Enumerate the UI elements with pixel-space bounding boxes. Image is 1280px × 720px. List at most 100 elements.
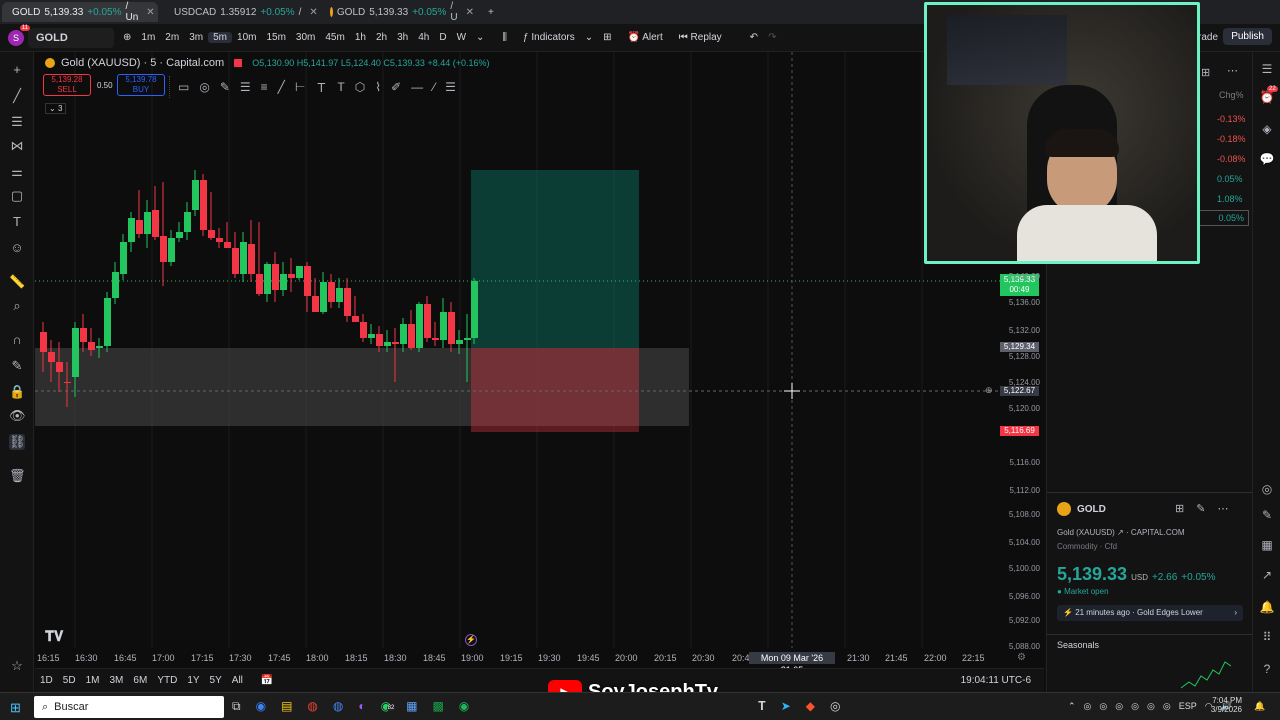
settings-icon[interactable]: ⚙ [1017,652,1026,663]
text-t-icon[interactable]: T [337,80,344,94]
sell-button[interactable]: 5,139.28 SELL [43,74,91,96]
eye-icon[interactable]: 👁 [9,408,26,424]
trade-button[interactable]: rade [1198,32,1218,43]
alert-button[interactable]: ⏰ Alert [623,32,668,43]
emoji-tool-icon[interactable]: ☺ [9,240,25,256]
layout-grid-icon[interactable]: ⊞ [598,32,616,43]
chevron-up-icon[interactable]: ⌃ [1068,701,1076,712]
replay-button[interactable]: ⏮ Replay [674,32,727,43]
interval-5m[interactable]: 5m [208,32,233,43]
chevron-down-icon[interactable]: ⌄ [471,32,489,43]
spotify-icon[interactable]: ◉ [459,699,469,714]
interval-2h[interactable]: 2h [371,32,392,43]
circle-icon[interactable]: ◎ [199,80,209,94]
chart-pane[interactable]: Gold (XAUUSD) · 5 · Capital.com O5,130.9… [35,52,1044,675]
range-1d[interactable]: 1D [35,675,58,686]
brush-icon[interactable]: ✎ [220,80,230,94]
tray-app-icon[interactable]: ◎ [1147,701,1155,712]
pattern-tool-icon[interactable]: ⋈ [9,138,25,154]
ray-icon[interactable]: — [411,80,423,94]
discord-icon[interactable]: ◐ [358,699,365,714]
chrome-icon[interactable]: ◍ [307,699,317,714]
tray-app-icon[interactable]: ◎ [1163,701,1171,712]
projection-tool-icon[interactable]: ⚌ [9,164,25,180]
alerts-icon[interactable]: ⏰ [1259,90,1275,106]
interval-w[interactable]: W [452,32,471,43]
interval-d[interactable]: D [434,32,451,43]
calendar-icon[interactable]: 📅 [256,675,278,686]
whatsapp-icon[interactable]: ◉ 82 [381,699,396,714]
chat-icon[interactable]: 💬 [1259,152,1275,168]
interval-10m[interactable]: 10m [232,32,261,43]
trend-icon[interactable]: ↗ [1259,568,1275,584]
menu-icon[interactable]: ☰ [445,80,456,94]
range-5d[interactable]: 5D [58,675,81,686]
tradingview-app-icon[interactable]: 𝐓 [758,699,766,714]
polygon-icon[interactable]: ⬡ [355,80,365,94]
file-explorer-icon[interactable]: ▤ [281,699,292,714]
fib-icon[interactable]: ≡ [261,80,268,94]
taskbar-clock[interactable]: 7:04 PM 3/9/2026 [1202,696,1242,714]
drawing-mode-icon[interactable]: ✎ [9,358,25,374]
windows-start-icon[interactable]: ⊞ [10,700,21,716]
interval-45m[interactable]: 45m [320,32,349,43]
event-marker-icon[interactable]: ⚡ [465,634,477,646]
horizontal-line-icon[interactable]: ⊢ [295,80,305,94]
star-icon[interactable]: ☆ [9,658,25,674]
symbol-search[interactable]: GOLD [28,27,114,48]
telegram-icon[interactable]: ➤ [781,699,791,714]
app-icon[interactable]: ◎ [830,699,840,714]
tradingview-logo-icon[interactable]: 𝐓𝐕 [45,628,63,645]
tray-app-icon[interactable]: ◎ [1099,701,1107,712]
more-icon[interactable]: ⋯ [1217,502,1228,515]
detail-exchange[interactable]: CAPITAL.COM [1131,528,1185,537]
range-5y[interactable]: 5Y [205,675,227,686]
close-icon[interactable]: ✕ [309,7,317,18]
detail-symbol[interactable]: GOLD [1077,504,1106,515]
interval-3h[interactable]: 3h [392,32,413,43]
avatar[interactable]: S 11 [8,24,30,46]
notifications-icon[interactable]: 🔔 [1254,701,1265,712]
layers-icon[interactable]: ◈ [1259,122,1275,138]
interval-1m[interactable]: 1m [136,32,160,43]
candle-type-icon[interactable]: ⫼ [497,32,512,43]
sheets-icon[interactable]: ▩ [432,699,443,714]
add-alert-icon[interactable]: ⊕ [985,385,993,396]
browser-tab-gold-2[interactable]: GOLD 5,139.33 +0.05% / U ✕ [324,1,480,23]
range-1y[interactable]: 1Y [182,675,204,686]
edit-icon[interactable]: ✎ [1196,502,1205,515]
publish-button[interactable]: Publish [1223,28,1272,45]
path-icon[interactable]: ⌇ [375,80,381,94]
ruler-tool-icon[interactable]: 📏 [9,274,25,290]
trendline-tool-icon[interactable]: ╱ [9,88,25,104]
tray-app-icon[interactable]: ◎ [1131,701,1139,712]
compare-icon[interactable]: ⊕ [118,32,136,43]
search-box[interactable]: ⌕ Buscar [34,696,224,718]
interval-1h[interactable]: 1h [350,32,371,43]
chrome-profile-icon[interactable]: ◍ [333,699,343,714]
chevron-down-icon[interactable]: ⌄ [580,32,598,43]
close-icon[interactable]: ✕ [146,7,154,18]
fib-tool-icon[interactable]: ☰ [9,114,25,130]
notifications-icon[interactable]: 🔔 [1259,600,1275,616]
text-tool-icon[interactable]: T [9,214,25,230]
range-6m[interactable]: 6M [128,675,152,686]
interval-30m[interactable]: 30m [291,32,320,43]
language-indicator[interactable]: ESP [1179,701,1197,712]
task-view-icon[interactable]: ⧉ [232,699,241,714]
redo-icon[interactable]: ↷ [763,32,781,43]
brush-tool-icon[interactable]: ▢ [9,188,25,204]
watchlist-icon[interactable]: ☰ [1259,62,1275,78]
rectangle-icon[interactable]: ▭ [178,80,189,94]
zoom-icon[interactable]: ⌕ [9,298,25,314]
brave-icon[interactable]: ◆ [806,699,815,714]
copilot-icon[interactable]: ◉ [256,699,266,714]
trash-icon[interactable]: 🗑 [9,468,26,484]
watchlist-change-selected[interactable]: 0.05% [1199,210,1249,226]
browser-tab-usdcad[interactable]: USDCAD 1.35912 +0.05% / ✕ [164,2,320,22]
indicator-toggle[interactable]: ⌄ 3 [45,103,67,114]
target-icon[interactable]: ◎ [1259,482,1275,498]
crosshair-tool-icon[interactable]: + [9,62,25,78]
range-ytd[interactable]: YTD [152,675,182,686]
news-item[interactable]: ⚡ 21 minutes ago · Gold Edges Lower › [1057,605,1243,621]
